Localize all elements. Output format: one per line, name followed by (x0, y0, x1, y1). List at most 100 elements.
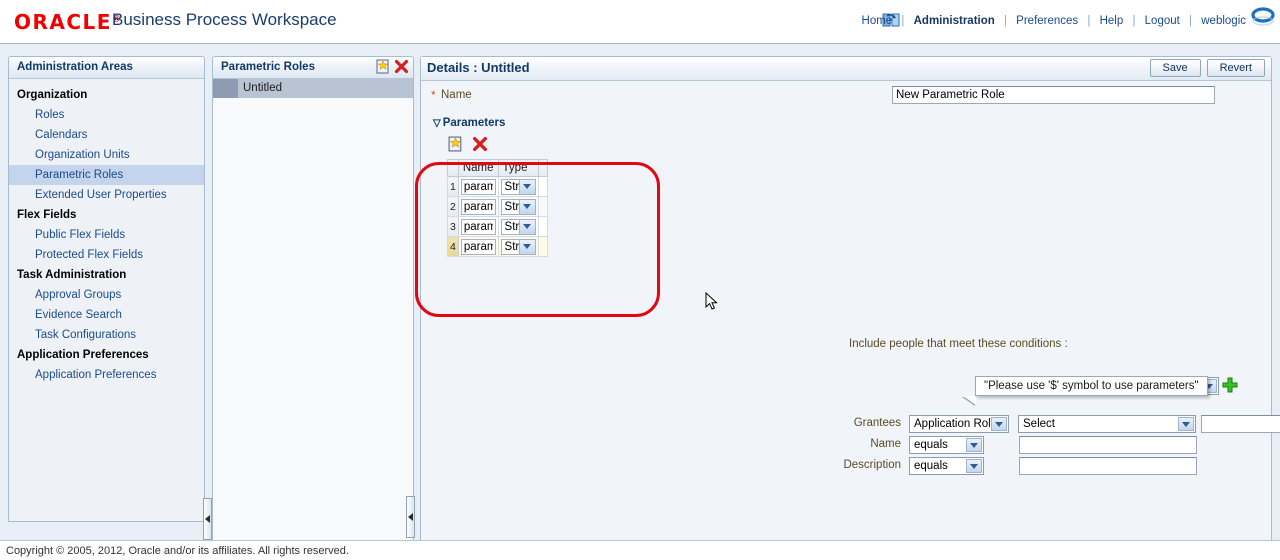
delete-x-icon[interactable] (394, 59, 409, 82)
required-indicator: * (431, 88, 436, 102)
new-document-icon[interactable] (376, 59, 391, 82)
grantees-operator-select[interactable]: Application Role (909, 415, 1009, 433)
cell-type: String (497, 236, 539, 257)
param-type-select[interactable]: String (500, 218, 536, 235)
chevron-down-icon[interactable] (518, 179, 535, 194)
sidebar-item-protected-flex-fields[interactable]: Protected Flex Fields (9, 245, 204, 265)
nav-separator: | (901, 15, 905, 27)
grantees-value-select[interactable]: Select (1018, 415, 1196, 433)
cell-spacer (537, 196, 548, 217)
table-row[interactable]: 4 String (447, 236, 548, 257)
chevron-left-icon (205, 515, 210, 523)
grantees-value-text: Select (1023, 418, 1055, 430)
chevron-left-icon (408, 513, 413, 521)
param-type-select[interactable]: String (500, 198, 536, 215)
name-input[interactable] (892, 86, 1215, 104)
sidebar-item-extended-user-properties[interactable]: Extended User Properties (9, 185, 204, 205)
details-header: Details : Untitled Save Revert (421, 57, 1271, 81)
parametric-roles-toolbar (376, 59, 409, 82)
nav-link-user[interactable]: weblogic (1201, 15, 1246, 27)
name-condition-input[interactable] (1019, 436, 1197, 454)
chevron-down-icon[interactable] (966, 438, 982, 452)
chevron-down-icon[interactable] (518, 239, 535, 254)
table-row[interactable]: 2 String (447, 196, 548, 217)
oracle-o-icon (1250, 6, 1276, 28)
disclosure-triangle-icon[interactable]: ▽ (433, 118, 441, 129)
param-name-input[interactable] (460, 238, 496, 255)
nav-item-user[interactable]: weblogic (1201, 15, 1246, 27)
nav-link-home[interactable]: Home (862, 15, 893, 27)
sidebar-item-approval-groups[interactable]: Approval Groups (9, 285, 204, 305)
nav-item-administration[interactable]: Administration (914, 15, 995, 27)
administration-areas-header: Administration Areas (9, 57, 204, 79)
save-button[interactable]: Save (1149, 59, 1201, 77)
nav-link-help[interactable]: Help (1100, 15, 1124, 27)
param-name-input[interactable] (460, 178, 496, 195)
chevron-down-icon[interactable] (518, 199, 535, 214)
nav-item-preferences[interactable]: Preferences (1016, 15, 1078, 27)
sidebar-item-public-flex-fields[interactable]: Public Flex Fields (9, 225, 204, 245)
footer: Copyright © 2005, 2012, Oracle and/or it… (0, 540, 1280, 560)
cell-spacer (537, 216, 548, 237)
details-panel: Details : Untitled Save Revert * Name ▽P… (420, 56, 1280, 560)
parameters-table: Name Type 1 param1 2 param2 3 param3 4 p… (447, 159, 548, 257)
nav-item-logout[interactable]: Logout (1145, 15, 1180, 27)
param-name-input[interactable] (460, 198, 496, 215)
parameters-tooltip: "Please use '$' symbol to use parameters… (975, 376, 1208, 396)
name-row: * Name (421, 82, 1271, 108)
chevron-down-icon[interactable] (991, 417, 1007, 431)
column-header-name: Name (457, 159, 499, 177)
parametric-roles-header: Parametric Roles (213, 57, 413, 79)
name-operator-select[interactable]: equals (909, 436, 984, 454)
group-title-application-preferences: Application Preferences (17, 349, 149, 361)
cell-type: String (497, 216, 539, 237)
sidebar-item-calendars[interactable]: Calendars (9, 125, 204, 145)
table-row[interactable]: 1 String (447, 176, 548, 197)
nav-link-logout[interactable]: Logout (1145, 15, 1180, 27)
administration-areas-panel: Administration Areas Organization Roles … (8, 56, 205, 522)
mid-panel-collapse-handle[interactable] (406, 496, 415, 538)
group-title-organization: Organization (17, 89, 88, 101)
grantees-search-input[interactable] (1201, 415, 1280, 433)
plus-icon[interactable] (1222, 377, 1238, 396)
sidebar-item-evidence-search[interactable]: Evidence Search (9, 305, 204, 325)
column-header-type: Type (497, 159, 539, 177)
parameters-table-body: 1 String (447, 176, 548, 257)
chevron-down-icon[interactable] (518, 219, 535, 234)
chevron-down-icon[interactable] (1178, 417, 1194, 431)
new-document-icon[interactable] (448, 136, 464, 155)
nav-link-administration[interactable]: Administration (914, 15, 995, 27)
page-title: Details : Untitled (427, 60, 530, 75)
description-condition-input[interactable] (1019, 457, 1197, 475)
delete-x-icon[interactable] (472, 136, 488, 155)
cell-name (457, 216, 499, 237)
nav-link-preferences[interactable]: Preferences (1016, 15, 1078, 27)
description-operator-select[interactable]: equals (909, 457, 984, 475)
chevron-down-icon[interactable] (966, 459, 982, 473)
sidebar-item-parametric-roles[interactable]: Parametric Roles (9, 165, 204, 185)
parametric-roles-panel: Parametric Roles Untitled (212, 56, 414, 560)
sidebar-item-task-configurations[interactable]: Task Configurations (9, 325, 204, 345)
table-row[interactable]: 3 String (447, 216, 548, 237)
sidebar-item-organization-units[interactable]: Organization Units (9, 145, 204, 165)
brand-bar: ORACLE® Business Process Workspace Home … (0, 0, 1280, 44)
nav-item-help[interactable]: Help (1100, 15, 1124, 27)
column-header-spacer (537, 159, 548, 177)
param-name-input[interactable] (460, 218, 496, 235)
left-panel-collapse-handle[interactable] (203, 498, 212, 540)
cell-name (457, 196, 499, 217)
group-title-flex-fields: Flex Fields (17, 209, 77, 221)
group-title-task-administration: Task Administration (17, 269, 127, 281)
nav-item-home[interactable]: Home (862, 15, 893, 27)
parameters-title: ▽ Parameters (433, 117, 505, 129)
cell-name (457, 236, 499, 257)
condition-label-description: Description (843, 459, 901, 471)
grantees-operator-value: Application Role (914, 418, 998, 430)
sidebar-item-application-preferences[interactable]: Application Preferences (9, 365, 204, 385)
row-number: 2 (447, 196, 459, 217)
oracle-logo: ORACLE® (14, 10, 122, 34)
revert-button[interactable]: Revert (1206, 59, 1265, 77)
param-type-select[interactable]: String (500, 178, 536, 195)
sidebar-item-roles[interactable]: Roles (9, 105, 204, 125)
param-type-select[interactable]: String (500, 238, 536, 255)
